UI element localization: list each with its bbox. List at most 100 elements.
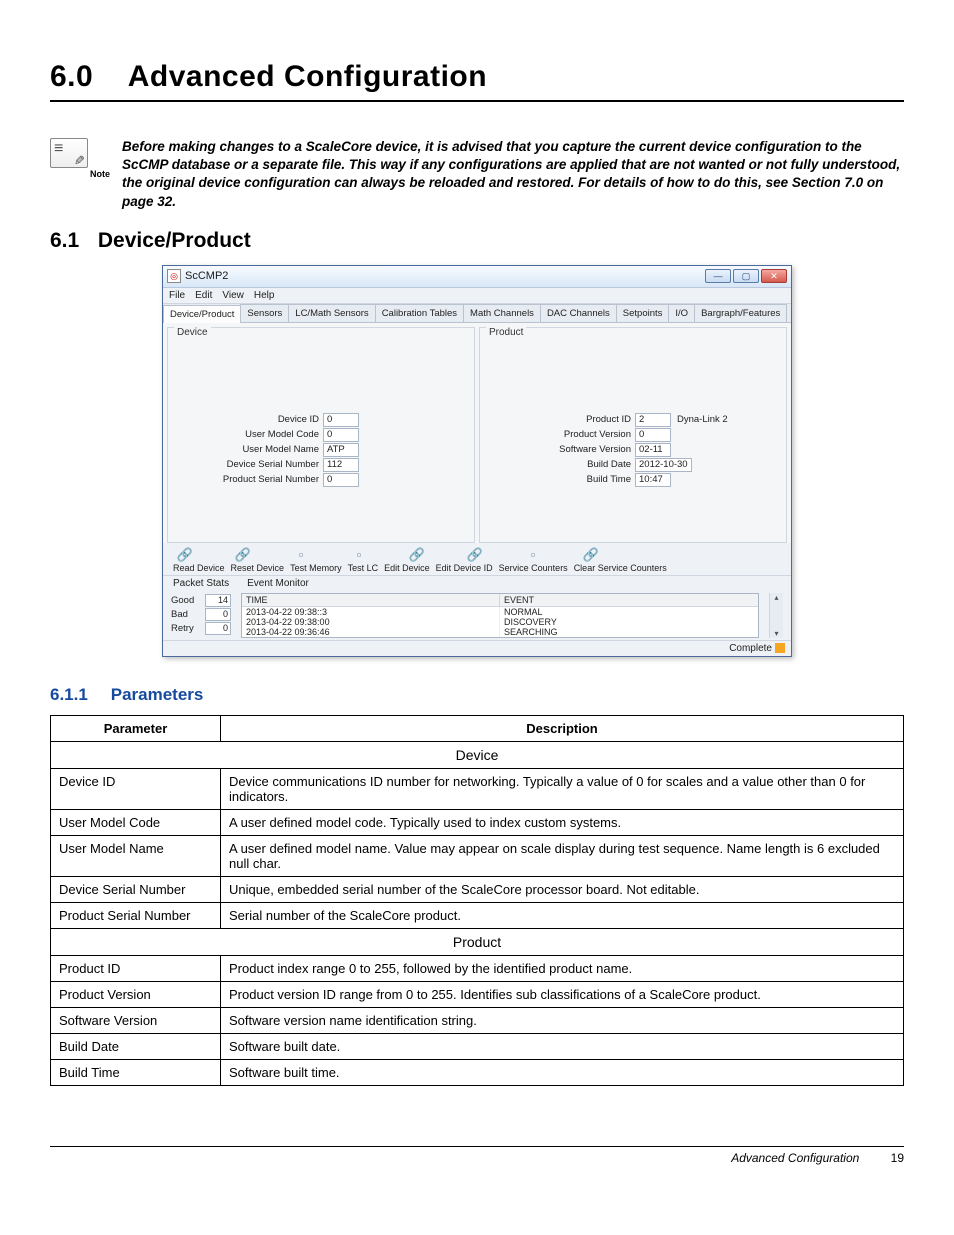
- reset-device-icon[interactable]: 🔗: [235, 547, 251, 563]
- param-name: Build Time: [51, 1059, 221, 1085]
- menubar: File Edit View Help: [163, 288, 791, 304]
- packet-stats: Good14Bad0Retry0: [171, 593, 231, 638]
- page-footer: Advanced Configuration 19: [50, 1146, 904, 1165]
- close-button[interactable]: ✕: [761, 269, 787, 283]
- table-row: Device Serial NumberUnique, embedded ser…: [51, 876, 904, 902]
- param-name: Device Serial Number: [51, 876, 221, 902]
- parameters-table: Parameter Description DeviceDevice IDDev…: [50, 715, 904, 1086]
- test-lc-icon[interactable]: ▫: [351, 547, 367, 563]
- field-label: User Model Code: [168, 429, 323, 440]
- product-field-row: Product Version0: [480, 428, 786, 442]
- field-value[interactable]: 2012-10-30: [635, 458, 692, 472]
- toolbar-label[interactable]: Edit Device ID: [436, 563, 493, 573]
- table-row: Build DateSoftware built date.: [51, 1033, 904, 1059]
- field-value[interactable]: 0: [323, 428, 359, 442]
- tab-math-channels[interactable]: Math Channels: [463, 304, 541, 322]
- tab-bargraph-features[interactable]: Bargraph/Features: [694, 304, 787, 322]
- toolbar-icons: 🔗 🔗 ▫ ▫ 🔗 🔗 ▫ 🔗: [163, 543, 791, 563]
- read-device-icon[interactable]: 🔗: [177, 547, 193, 563]
- status-indicator-icon: [775, 643, 785, 653]
- toolbar-label[interactable]: Reset Device: [231, 563, 285, 573]
- event-header-time: TIME: [242, 594, 500, 606]
- param-description: Device communications ID number for netw…: [221, 768, 904, 809]
- tab-lcmath-sensors[interactable]: LC/Math Sensors: [288, 304, 375, 322]
- param-description: Software version name identification str…: [221, 1007, 904, 1033]
- product-field-row: Build Date2012-10-30: [480, 458, 786, 472]
- tab-dac-channels[interactable]: DAC Channels: [540, 304, 617, 322]
- toolbar-label[interactable]: Clear Service Counters: [574, 563, 667, 573]
- event-header-event: EVENT: [500, 594, 758, 606]
- toolbar-labels: Read Device Reset Device Test Memory Test L…: [163, 563, 791, 576]
- product-pane: Product Product ID2Dyna-Link 2Product Ve…: [479, 327, 787, 543]
- lower-tabs: Packet Stats Event Monitor: [163, 576, 791, 591]
- field-value[interactable]: 0: [323, 413, 359, 427]
- tab-calibration-tables[interactable]: Calibration Tables: [375, 304, 464, 322]
- table-group-label: Product: [51, 928, 904, 955]
- param-description: Software built date.: [221, 1033, 904, 1059]
- event-type: DISCOVERY: [500, 617, 758, 627]
- tab-event-monitor[interactable]: Event Monitor: [247, 578, 309, 589]
- edit-device-icon[interactable]: 🔗: [409, 547, 425, 563]
- app-window: ◎ ScCMP2 — ▢ ✕ File Edit View Help Devic…: [162, 265, 792, 657]
- device-field-row: User Model Code0: [168, 428, 474, 442]
- tab-setpoints[interactable]: Setpoints: [616, 304, 670, 322]
- clear-service-counters-icon[interactable]: 🔗: [583, 547, 599, 563]
- section-title: Device/Product: [98, 229, 251, 252]
- field-label: Software Version: [480, 444, 635, 455]
- field-value[interactable]: 2: [635, 413, 671, 427]
- field-label: User Model Name: [168, 444, 323, 455]
- service-counters-icon[interactable]: ▫: [525, 547, 541, 563]
- field-value[interactable]: 10:47: [635, 473, 671, 487]
- param-name: User Model Name: [51, 835, 221, 876]
- field-value[interactable]: 02-11: [635, 443, 671, 457]
- tab-packet-stats[interactable]: Packet Stats: [173, 578, 229, 589]
- table-row: Build TimeSoftware built time.: [51, 1059, 904, 1085]
- field-value[interactable]: ATP: [323, 443, 359, 457]
- field-label: Product Serial Number: [168, 474, 323, 485]
- stat-value: 14: [205, 594, 231, 607]
- subsection-heading: 6.1.1 Parameters: [50, 685, 904, 705]
- event-time: 2013-04-22 09:38::3: [242, 607, 500, 617]
- stat-label: Bad: [171, 609, 205, 620]
- field-value[interactable]: 0: [635, 428, 671, 442]
- event-scrollbar[interactable]: ▴▾: [769, 593, 783, 638]
- table-row: Product IDProduct index range 0 to 255, …: [51, 955, 904, 981]
- toolbar-label[interactable]: Read Device: [173, 563, 225, 573]
- table-row: User Model CodeA user defined model code…: [51, 809, 904, 835]
- tab-io[interactable]: I/O: [668, 304, 695, 322]
- field-label: Product ID: [480, 414, 635, 425]
- tab-sensors[interactable]: Sensors: [240, 304, 289, 322]
- param-name: Product Version: [51, 981, 221, 1007]
- maximize-button[interactable]: ▢: [733, 269, 759, 283]
- product-field-row: Build Time10:47: [480, 473, 786, 487]
- menu-view[interactable]: View: [222, 290, 244, 301]
- status-text: Complete: [729, 643, 772, 654]
- stat-label: Good: [171, 595, 205, 606]
- param-description: A user defined model code. Typically use…: [221, 809, 904, 835]
- event-row: 2013-04-22 09:38::3NORMAL: [242, 607, 758, 617]
- stat-row: Bad0: [171, 608, 231, 621]
- field-value[interactable]: 0: [323, 473, 359, 487]
- test-memory-icon[interactable]: ▫: [293, 547, 309, 563]
- event-time: 2013-04-22 09:38:00: [242, 617, 500, 627]
- toolbar-label[interactable]: Test Memory: [290, 563, 342, 573]
- section-number: 6.1: [50, 229, 92, 253]
- status-bar: Complete: [163, 640, 791, 656]
- menu-file[interactable]: File: [169, 290, 185, 301]
- minimize-button[interactable]: —: [705, 269, 731, 283]
- event-type: SEARCHING: [500, 627, 758, 637]
- menu-edit[interactable]: Edit: [195, 290, 212, 301]
- device-field-row: Device ID0: [168, 413, 474, 427]
- toolbar-label[interactable]: Service Counters: [499, 563, 568, 573]
- device-pane: Device Device ID0User Model Code0User Mo…: [167, 327, 475, 543]
- param-name: Build Date: [51, 1033, 221, 1059]
- param-name: User Model Code: [51, 809, 221, 835]
- window-title: ScCMP2: [185, 270, 705, 282]
- field-value[interactable]: 112: [323, 458, 359, 472]
- chapter-number: 6.0: [50, 60, 120, 94]
- toolbar-label[interactable]: Test LC: [348, 563, 379, 573]
- toolbar-label[interactable]: Edit Device: [384, 563, 430, 573]
- tab-device-product[interactable]: Device/Product: [163, 305, 241, 323]
- menu-help[interactable]: Help: [254, 290, 275, 301]
- edit-device-id-icon[interactable]: 🔗: [467, 547, 483, 563]
